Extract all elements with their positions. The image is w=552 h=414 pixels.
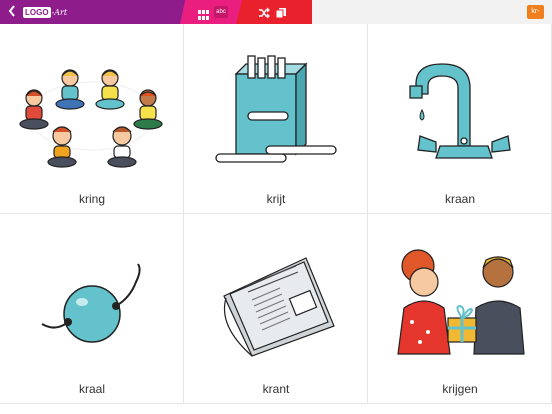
card-label: kraan: [444, 192, 476, 206]
card-kring[interactable]: kring: [0, 24, 184, 214]
shuffle-button[interactable]: [258, 6, 270, 19]
grid-view-button[interactable]: [198, 7, 209, 20]
grid-icon: [198, 10, 209, 20]
top-bar: LOGO -Art abc kr-: [0, 0, 552, 24]
chalk-box-icon: [215, 55, 337, 163]
children-circle-icon: [19, 69, 163, 168]
header-red-segment: [236, 0, 312, 24]
back-button[interactable]: [7, 4, 21, 20]
card-label: krijgen: [442, 382, 478, 396]
card-grid: kring krijt kraan kraal krant krijgen: [0, 24, 552, 414]
chevron-left-icon: [8, 5, 15, 17]
shuffle-icon: [259, 7, 270, 19]
card-krijgen[interactable]: krijgen: [368, 214, 552, 404]
card-label: kring: [78, 192, 105, 206]
bead-icon: [41, 263, 141, 343]
newspaper-icon: [223, 257, 335, 357]
abc-toggle-button[interactable]: abc: [214, 6, 228, 18]
logo-box-text: LOGO: [23, 6, 51, 18]
card-label: kraal: [78, 382, 105, 396]
card-kraal[interactable]: kraal: [0, 214, 184, 404]
card-krijt[interactable]: krijt: [184, 24, 368, 214]
header-pink-segment: [180, 0, 246, 24]
card-krant[interactable]: krant: [184, 214, 368, 404]
copy-button[interactable]: [275, 6, 287, 19]
card-label: krijt: [266, 192, 286, 206]
card-kraan[interactable]: kraan: [368, 24, 552, 214]
logo-art-text: -Art: [51, 7, 68, 17]
receiving-gift-icon: [397, 249, 525, 355]
language-button[interactable]: kr-: [527, 5, 544, 19]
water-tap-icon: [409, 63, 511, 159]
app-logo: LOGO -Art: [23, 6, 67, 18]
copy-icon: [275, 8, 286, 19]
card-label: krant: [262, 382, 290, 396]
